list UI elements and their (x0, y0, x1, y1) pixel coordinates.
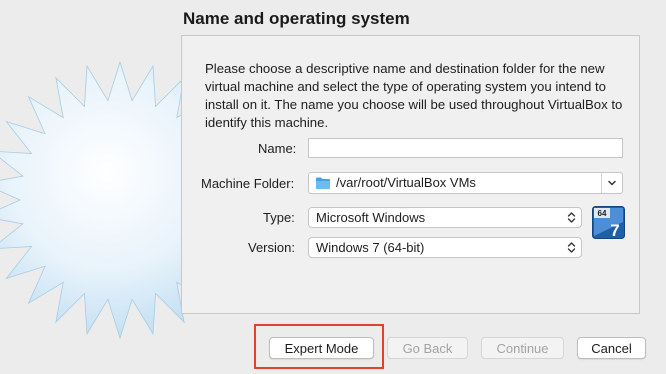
combo-divider (601, 173, 602, 193)
os-badge-version: 7 (610, 221, 619, 239)
type-select[interactable]: Microsoft Windows (308, 207, 582, 228)
go-back-button[interactable]: Go Back (387, 337, 468, 359)
updown-icon (567, 212, 576, 223)
machine-folder-combo[interactable]: /var/root/VirtualBox VMs (308, 172, 623, 194)
page-title: Name and operating system (183, 9, 410, 28)
version-select[interactable]: Windows 7 (64-bit) (308, 237, 582, 258)
machine-folder-label: Machine Folder: (201, 176, 295, 191)
name-input[interactable] (308, 138, 623, 158)
type-label: Type: (263, 210, 295, 225)
highlight-box (254, 324, 384, 369)
os-badge-bits: 64 (598, 209, 607, 218)
folder-icon (316, 177, 330, 189)
type-value: Microsoft Windows (316, 210, 426, 225)
windows-7-64bit-icon: 64 7 (592, 206, 625, 239)
version-label: Version: (248, 240, 295, 255)
description-text: Please choose a descriptive name and des… (205, 61, 623, 130)
version-value: Windows 7 (64-bit) (316, 240, 425, 255)
name-label: Name: (258, 141, 297, 156)
continue-button[interactable]: Continue (481, 337, 564, 359)
updown-icon (567, 242, 576, 253)
machine-folder-value: /var/root/VirtualBox VMs (336, 175, 476, 190)
chevron-down-icon[interactable] (607, 177, 617, 189)
cancel-button[interactable]: Cancel (577, 337, 646, 359)
